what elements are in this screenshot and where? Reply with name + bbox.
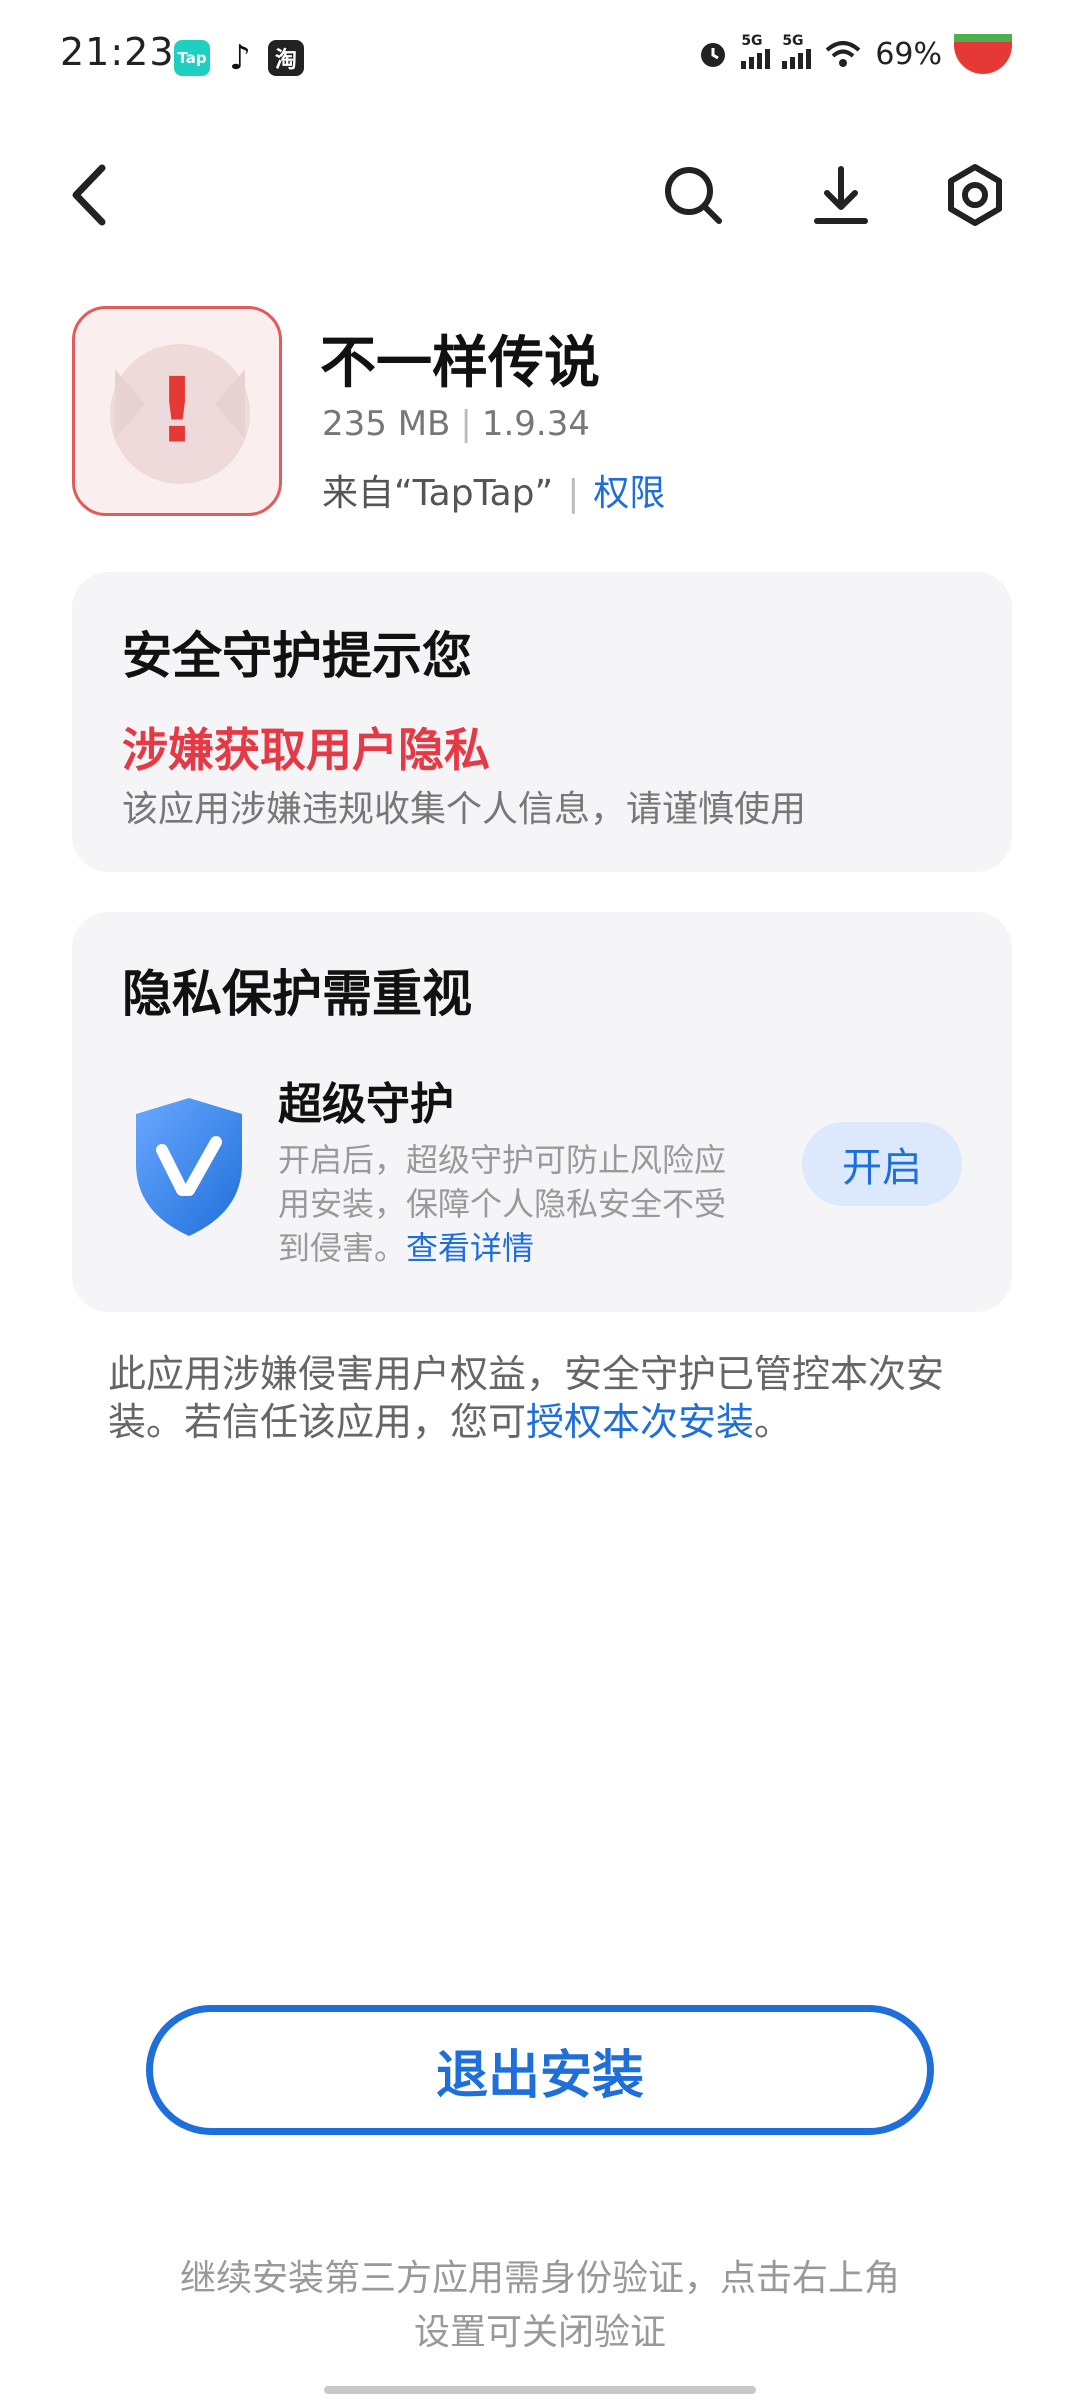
app-source-label: 来自“TapTap” <box>322 473 554 514</box>
security-card-title: 安全守护提示您 <box>122 627 472 685</box>
alarm-icon <box>701 43 726 67</box>
download-icon <box>814 166 868 224</box>
app-meta: 235 MB | 1.9.34 <box>322 404 590 444</box>
back-button[interactable] <box>60 160 116 230</box>
gear-icon <box>948 164 1002 226</box>
search-icon <box>665 167 722 224</box>
shield-icon <box>136 1098 242 1236</box>
warning-icon: ! <box>156 358 198 464</box>
home-indicator[interactable] <box>324 2386 756 2394</box>
footer-hint: 继续安装第三方应用需身份验证，点击右上角设置可关闭验证 <box>180 2258 901 2353</box>
permission-link[interactable]: 权限 <box>593 473 665 514</box>
app-size: 235 MB <box>322 404 451 444</box>
app-name: 不一样传说 <box>320 331 600 396</box>
privacy-card: 隐私保护需重视 超级守护 开启后，超级守护可防止风险应用安装，保障个人隐私安全不… <box>72 912 1012 1312</box>
feature-title: 超级守护 <box>278 1079 454 1130</box>
warning-description: 该应用涉嫌违规收集个人信息，请谨慎使用 <box>122 789 807 830</box>
signal-1-icon: 5G <box>741 33 771 69</box>
details-link[interactable]: 查看详情 <box>406 1229 534 1267</box>
status-time: 21:23 <box>60 30 175 74</box>
battery-text: 69% <box>875 36 942 72</box>
app-version: 1.9.34 <box>481 404 590 444</box>
search-button[interactable] <box>658 160 728 230</box>
feature-description: 开启后，超级守护可防止风险应用安装，保障个人隐私安全不受到侵害。查看详情 <box>278 1138 748 1270</box>
battery-icon <box>954 34 1012 74</box>
notice-end: 。 <box>754 1400 793 1444</box>
settings-button[interactable] <box>940 160 1010 230</box>
download-button[interactable] <box>806 160 876 230</box>
status-bar: 21:23 Tap ♪ 淘 5G 5G 69% <box>0 0 1080 110</box>
chevron-left-icon <box>72 164 106 226</box>
warning-title: 涉嫌获取用户隐私 <box>122 723 490 777</box>
enable-protection-button[interactable]: 开启 <box>802 1122 962 1206</box>
wifi-icon <box>825 41 861 67</box>
taptap-icon: Tap <box>174 40 210 76</box>
app-icon: ! <box>72 306 282 516</box>
privacy-card-title: 隐私保护需重视 <box>122 965 472 1023</box>
status-indicators: 5G 5G 69% <box>697 33 1012 74</box>
authorize-install-link[interactable]: 授权本次安装 <box>526 1400 754 1444</box>
taobao-icon: 淘 <box>268 40 304 76</box>
install-notice: 此应用涉嫌侵害用户权益，安全守护已管控本次安装。若信任该应用，您可授权本次安装。 <box>108 1350 988 1446</box>
app-source: 来自“TapTap” | 权限 <box>322 473 666 514</box>
tiktok-icon: ♪ <box>229 38 251 78</box>
security-card: 安全守护提示您 涉嫌获取用户隐私 该应用涉嫌违规收集个人信息，请谨慎使用 <box>72 572 1012 872</box>
exit-install-button[interactable]: 退出安装 <box>146 2005 934 2135</box>
signal-2-icon: 5G <box>782 33 812 69</box>
